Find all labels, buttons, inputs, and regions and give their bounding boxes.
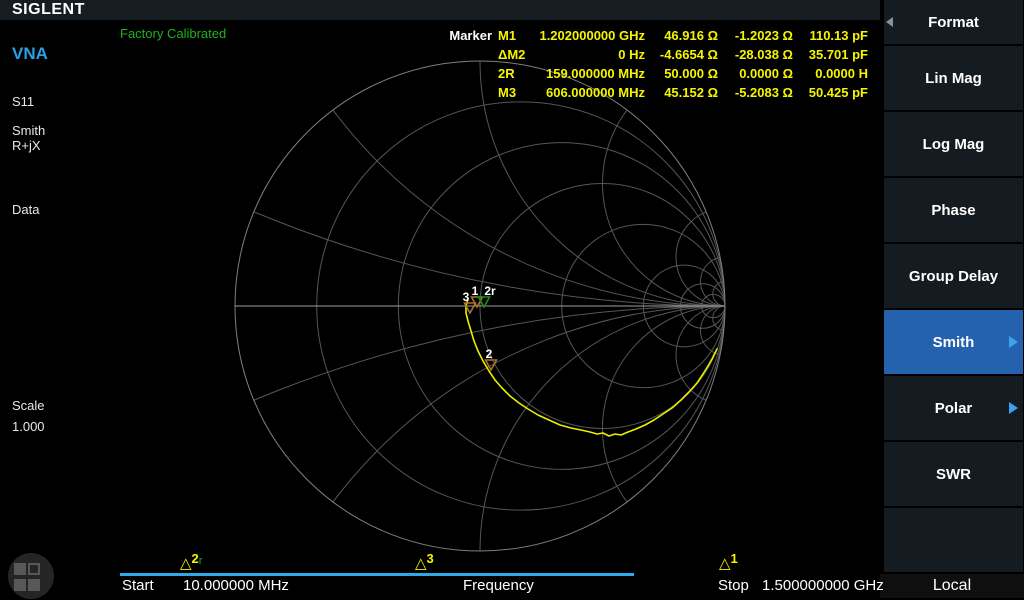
axis-marker-number: 2 — [192, 551, 199, 566]
start-label: Start — [122, 577, 154, 594]
axis-marker-number: 3 — [427, 551, 434, 566]
softkey-label: Log Mag — [923, 136, 985, 153]
softkey-blank — [884, 508, 1023, 572]
triangle-marker-icon: △ — [180, 555, 192, 572]
marker-table-cell: -1.2023 Ω — [718, 26, 793, 45]
scale-label: Scale — [12, 398, 45, 413]
marker-table-cell: ΔM2 — [492, 45, 538, 64]
chart-marker-label: 2 — [486, 347, 493, 361]
softkey-label: Lin Mag — [925, 70, 982, 87]
marker-table-cell: 45.152 Ω — [645, 83, 718, 102]
marker-table-cell: 1.202000000 GHz — [538, 26, 645, 45]
softkey-label: Phase — [931, 202, 975, 219]
submenu-arrow-icon — [1009, 336, 1018, 348]
marker-table-cell: M1 — [492, 26, 538, 45]
softkey-label: Group Delay — [909, 268, 998, 285]
softkey-group-delay[interactable]: Group Delay — [884, 244, 1023, 308]
submenu-arrow-icon — [1009, 402, 1018, 414]
marker-table-cell — [444, 83, 492, 102]
start-frequency-value: 10.000000 MHz — [183, 577, 289, 594]
marker-table-cell: 0.0000 H — [793, 64, 868, 83]
local-button[interactable]: Local — [880, 574, 1024, 598]
siglent-logo: SIGLENT — [12, 0, 85, 20]
calibration-status: Factory Calibrated — [120, 26, 226, 41]
softkey-log-mag[interactable]: Log Mag — [884, 112, 1023, 176]
marker-table-cell: -4.6654 Ω — [645, 45, 718, 64]
marker-table-cell: 0 Hz — [538, 45, 645, 64]
triangle-marker-icon: △ — [719, 555, 731, 572]
marker-table-cell: Marker — [444, 26, 492, 45]
axis-marker-number: 1 — [731, 551, 738, 566]
mode-label: VNA — [12, 44, 48, 64]
axis-marker-suffix: r — [199, 555, 203, 567]
chart-marker-label: 3 — [463, 290, 470, 304]
grid-icon — [28, 579, 40, 591]
back-arrow-icon — [886, 17, 893, 27]
marker-table-cell — [444, 64, 492, 83]
grid-icon — [28, 563, 40, 575]
marker-table-cell: 35.701 pF — [793, 45, 868, 64]
marker-table-cell: 46.916 Ω — [645, 26, 718, 45]
home-menu-button[interactable] — [8, 553, 54, 599]
data-label: Data — [12, 202, 39, 217]
triangle-marker-icon: △ — [415, 555, 427, 572]
channel-label: S11 — [12, 94, 34, 109]
format-label: Smith — [12, 123, 45, 138]
marker-table-cell: 0.0000 Ω — [718, 64, 793, 83]
header-bar — [0, 0, 880, 20]
marker-table-cell — [444, 45, 492, 64]
marker-table-row: 2R159.000000 MHz50.000 Ω0.0000 Ω0.0000 H — [444, 64, 868, 83]
softkey-label: SWR — [936, 466, 971, 483]
axis-title: Frequency — [463, 577, 534, 594]
menu-header-label: Format — [928, 14, 979, 31]
trace-S11-trace — [466, 299, 717, 436]
softkey-lin-mag[interactable]: Lin Mag — [884, 46, 1023, 110]
softkey-label: Polar — [935, 400, 973, 417]
stop-label: Stop — [718, 577, 749, 594]
format-sublabel: R+jX — [12, 138, 41, 153]
chart-marker-label: 1 — [472, 284, 479, 298]
softkey-polar[interactable]: Polar — [884, 376, 1023, 440]
marker-table-row: ΔM20 Hz-4.6654 Ω-28.038 Ω35.701 pF — [444, 45, 868, 64]
marker-table: MarkerM11.202000000 GHz46.916 Ω-1.2023 Ω… — [444, 26, 868, 102]
marker-table-cell: 606.000000 MHz — [538, 83, 645, 102]
softkey-menu: Format Lin Mag Log Mag Phase Group Delay Smit… — [880, 0, 1024, 600]
marker-table-cell: 50.000 Ω — [645, 64, 718, 83]
grid-icon — [14, 563, 26, 575]
softkey-label: Smith — [933, 334, 975, 351]
marker-table-cell: -28.038 Ω — [718, 45, 793, 64]
smith-chart: 12r32 — [0, 20, 880, 600]
marker-table-cell: M3 — [492, 83, 538, 102]
menu-header-format[interactable]: Format — [884, 0, 1023, 44]
marker-table-row: MarkerM11.202000000 GHz46.916 Ω-1.2023 Ω… — [444, 26, 868, 45]
softkey-smith[interactable]: Smith — [884, 310, 1023, 374]
scale-value: 1.000 — [12, 419, 45, 434]
marker-table-cell: 110.13 pF — [793, 26, 868, 45]
chart-marker-label: 2r — [484, 284, 496, 298]
marker-table-row: M3606.000000 MHz45.152 Ω-5.2083 Ω50.425 … — [444, 83, 868, 102]
grid-icon — [14, 579, 26, 591]
softkey-phase[interactable]: Phase — [884, 178, 1023, 242]
axis-marker-1: △1 — [719, 554, 738, 572]
marker-table-cell: -5.2083 Ω — [718, 83, 793, 102]
frequency-axis-line — [120, 573, 634, 576]
axis-marker-3: △3 — [415, 554, 434, 572]
marker-table-cell: 50.425 pF — [793, 83, 868, 102]
marker-table-cell: 159.000000 MHz — [538, 64, 645, 83]
softkey-swr[interactable]: SWR — [884, 442, 1023, 506]
axis-marker-2r: △2r — [180, 554, 202, 572]
stop-frequency-value: 1.500000000 GHz — [762, 577, 884, 594]
marker-table-cell: 2R — [492, 64, 538, 83]
